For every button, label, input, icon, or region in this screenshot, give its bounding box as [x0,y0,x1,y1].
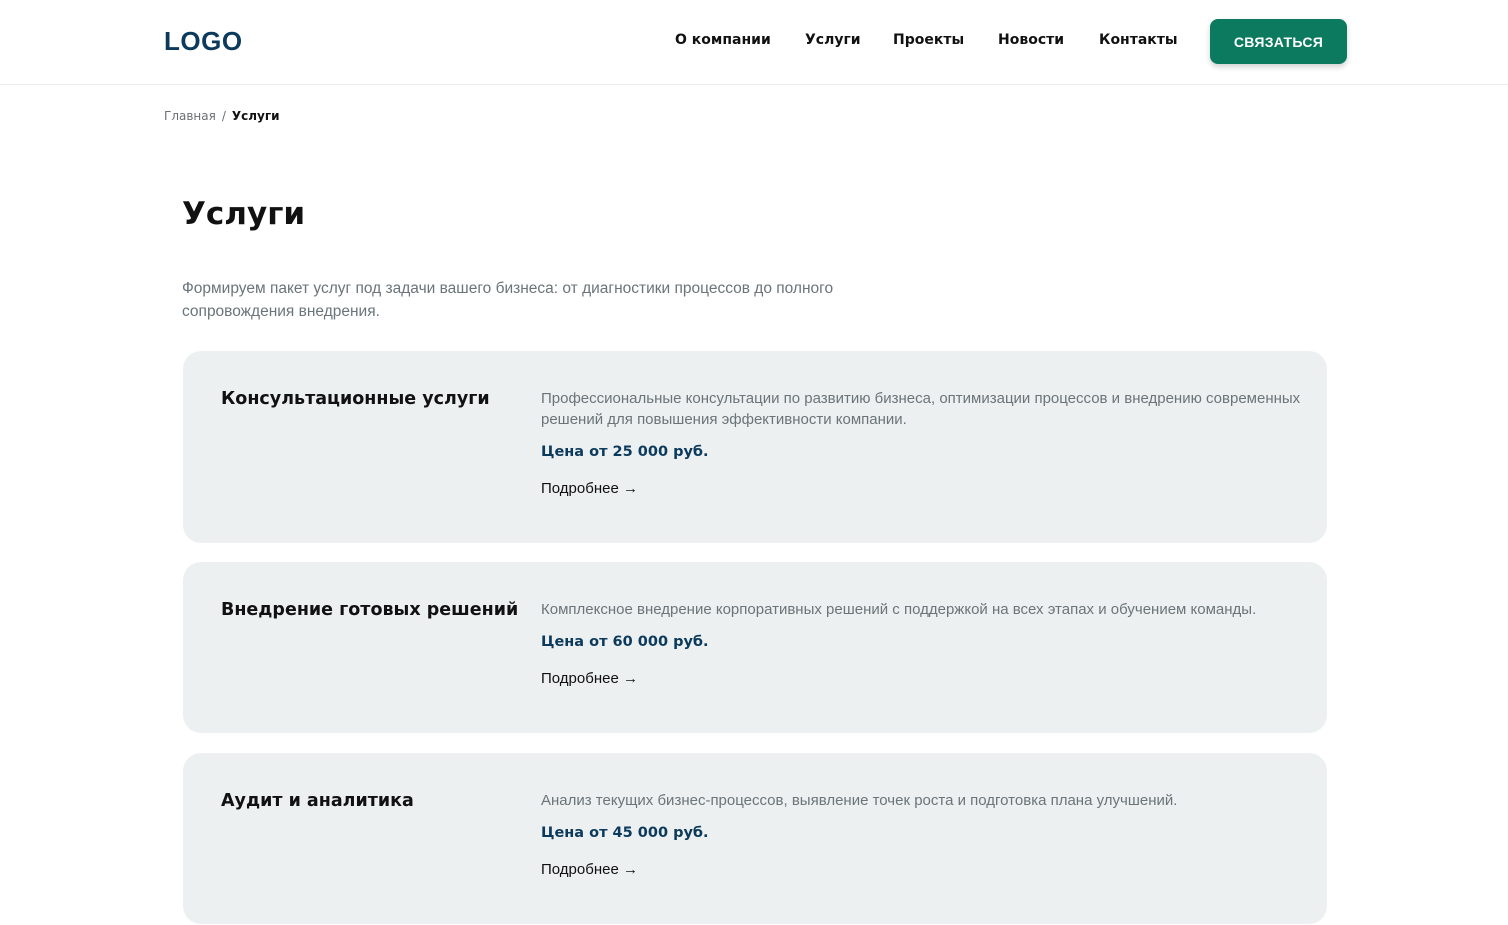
service-card: Консультационные услуги Профессиональные… [183,351,1327,543]
logo[interactable]: LOGO [164,26,243,57]
nav-item-contacts[interactable]: Контакты [1099,32,1178,48]
breadcrumb-home[interactable]: Главная [164,109,216,123]
service-more-link[interactable]: Подробнее → [541,670,638,687]
service-more-link[interactable]: Подробнее → [541,861,638,878]
breadcrumb-separator: / [221,109,226,123]
nav-item-news[interactable]: Новости [998,32,1064,48]
breadcrumb: Главная / Услуги [164,109,280,123]
page-title: Услуги [182,196,306,232]
service-card: Внедрение готовых решений Комплексное вн… [183,562,1327,733]
service-title: Аудит и аналитика [221,791,414,811]
service-body: Анализ текущих бизнес-процессов, выявлен… [541,790,1301,878]
nav-item-projects[interactable]: Проекты [893,32,964,48]
page-intro: Формируем пакет услуг под задачи вашего … [182,280,834,320]
breadcrumb-current: Услуги [231,109,280,123]
service-more-link[interactable]: Подробнее → [541,480,638,497]
site-header: LOGO О компании Услуги Проекты Новости К… [0,0,1508,85]
service-price: Цена от 45 000 руб. [541,825,709,841]
contact-button[interactable]: СВЯЗАТЬСЯ [1210,19,1347,64]
service-description: Комплексное внедрение корпоративных реше… [541,601,1257,618]
service-body: Комплексное внедрение корпоративных реше… [541,599,1301,687]
nav-item-services[interactable]: Услуги [805,32,861,48]
service-price: Цена от 25 000 руб. [541,444,709,460]
service-description: Анализ текущих бизнес-процессов, выявлен… [541,792,1178,809]
service-price: Цена от 60 000 руб. [541,634,709,650]
nav-item-about[interactable]: О компании [675,32,771,48]
service-description: Профессиональные консультации по развити… [541,390,1301,428]
service-title: Консультационные услуги [221,389,490,409]
service-body: Профессиональные консультации по развити… [541,388,1301,497]
service-title: Внедрение готовых решений [221,600,519,620]
service-card: Аудит и аналитика Анализ текущих бизнес-… [183,753,1327,924]
